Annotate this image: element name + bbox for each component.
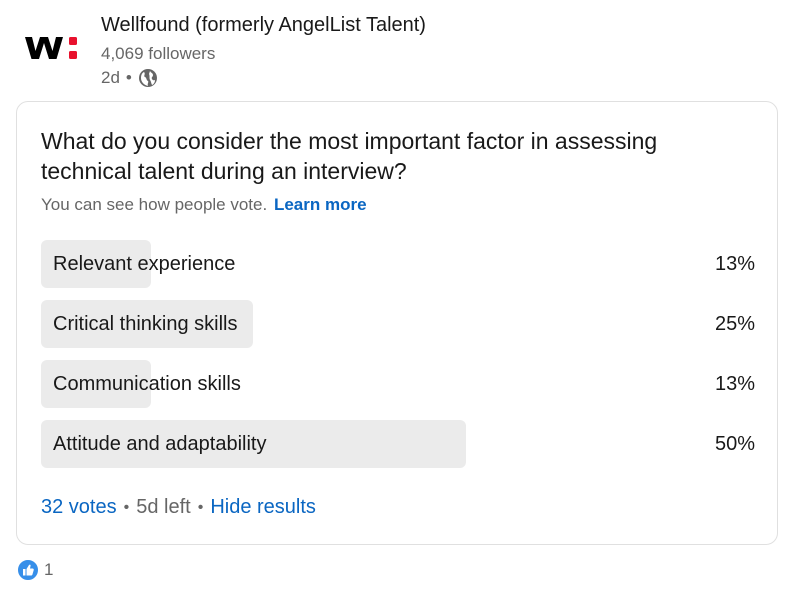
learn-more-link[interactable]: Learn more bbox=[274, 195, 367, 214]
votes-link[interactable]: 32 votes bbox=[41, 496, 117, 519]
company-logo[interactable] bbox=[24, 30, 84, 66]
poll-option: Communication skills 13% bbox=[41, 360, 755, 408]
poll-option-percent: 50% bbox=[714, 433, 755, 455]
reactions-bar[interactable]: 1 bbox=[17, 559, 53, 581]
poll-option-label: Attitude and adaptability bbox=[53, 433, 267, 455]
poll-option: Relevant experience 13% bbox=[41, 240, 755, 288]
poll-option-percent: 13% bbox=[714, 373, 755, 395]
hide-results-link[interactable]: Hide results bbox=[210, 496, 316, 519]
follower-count: 4,069 followers bbox=[101, 44, 216, 63]
globe-icon bbox=[138, 68, 158, 88]
company-name[interactable]: Wellfound (formerly AngelList Talent) bbox=[101, 14, 426, 37]
poll-option: Critical thinking skills 25% bbox=[41, 300, 755, 348]
vote-visibility-note: You can see how people vote. Learn more bbox=[41, 195, 367, 215]
like-icon bbox=[17, 559, 39, 581]
poll-option-percent: 13% bbox=[714, 253, 755, 275]
post-time: 2d bbox=[101, 68, 120, 87]
poll-option: Attitude and adaptability 50% bbox=[41, 420, 755, 468]
footer-separator: • bbox=[123, 498, 130, 516]
wellfound-logo-icon bbox=[25, 37, 77, 59]
poll-option-label: Relevant experience bbox=[53, 253, 236, 275]
post-meta: 2d • bbox=[101, 68, 158, 88]
vote-note-text: You can see how people vote. bbox=[41, 195, 268, 214]
time-left: 5d left bbox=[136, 496, 191, 518]
poll-option-percent: 25% bbox=[714, 313, 755, 335]
poll-footer: 32 votes • 5d left • Hide results bbox=[41, 496, 316, 519]
poll-card: What do you consider the most important … bbox=[16, 101, 778, 545]
reaction-count: 1 bbox=[44, 560, 54, 579]
post-header: Wellfound (formerly AngelList Talent) 4,… bbox=[0, 0, 793, 100]
meta-separator: • bbox=[125, 68, 132, 87]
poll-question: What do you consider the most important … bbox=[41, 128, 658, 184]
poll-option-label: Critical thinking skills bbox=[53, 313, 238, 335]
poll-option-label: Communication skills bbox=[53, 373, 241, 395]
footer-separator: • bbox=[197, 498, 204, 516]
